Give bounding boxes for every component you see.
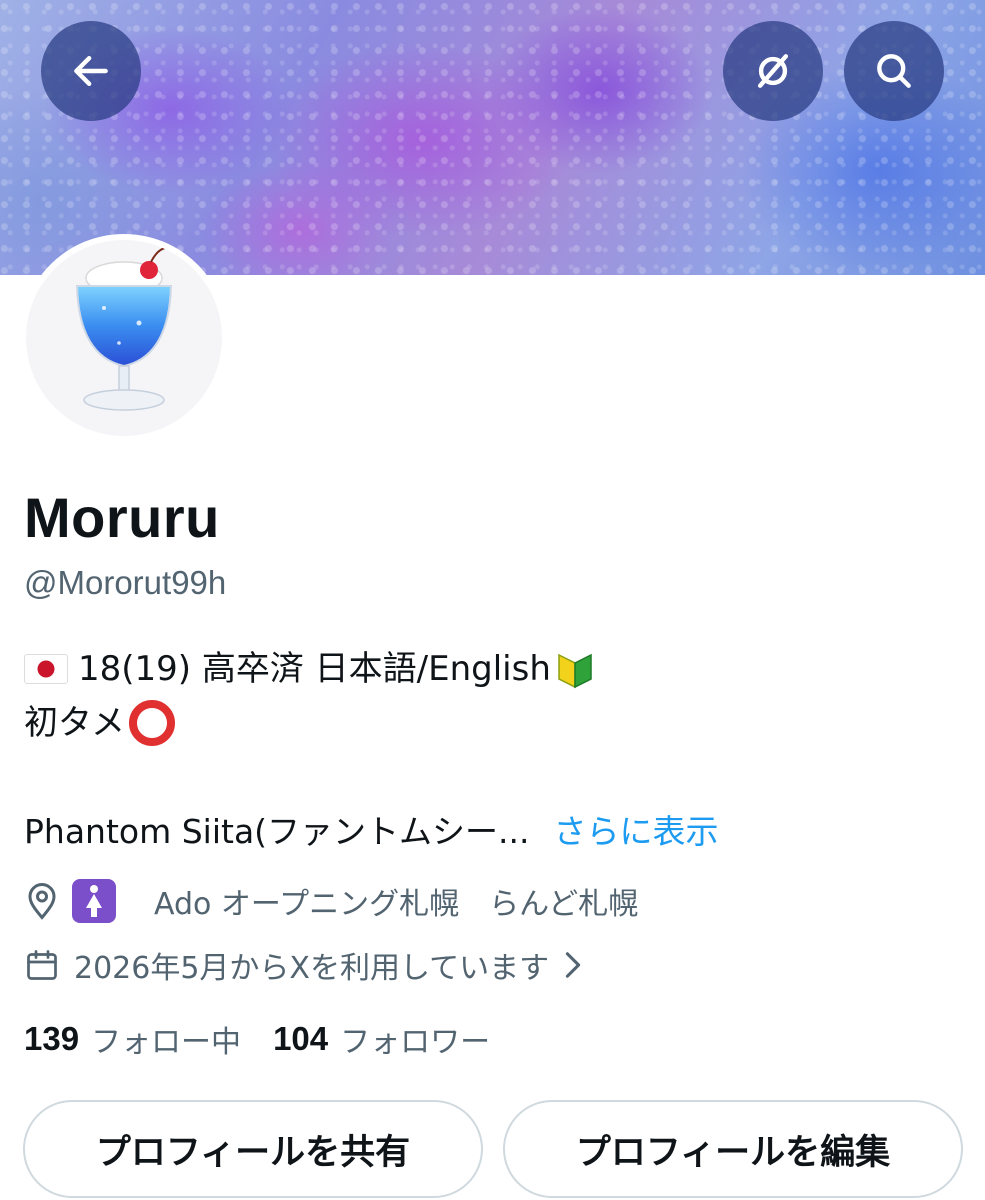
location-text: Ado オープニング札幌 らんど札幌: [154, 887, 639, 922]
avatar[interactable]: [20, 234, 228, 442]
display-name: Moruru: [24, 486, 220, 549]
japan-flag-icon: [24, 654, 68, 684]
red-circle-icon: [128, 700, 175, 746]
profile-banner[interactable]: [0, 0, 985, 275]
joined-date-row[interactable]: 2026年5月からXを利用しています: [24, 942, 583, 988]
show-more-link[interactable]: さらに表示: [554, 810, 719, 854]
following-count: 139: [24, 1020, 80, 1057]
avatar-image: [26, 240, 222, 436]
followers-link[interactable]: 104 フォロワー: [273, 1017, 490, 1061]
followers-count: 104: [273, 1020, 329, 1057]
search-icon: [877, 54, 911, 88]
share-profile-button[interactable]: プロフィールを共有: [23, 1100, 483, 1198]
grok-button[interactable]: [723, 21, 823, 121]
beginner-mark-icon: [558, 653, 592, 689]
banner-texture: [0, 0, 985, 275]
arrow-left-icon: [74, 55, 108, 87]
back-button[interactable]: [41, 21, 141, 121]
username-handle: @Mororut99h: [24, 564, 227, 601]
search-button[interactable]: [844, 21, 944, 121]
following-label: フォロー中: [91, 1025, 242, 1060]
womens-restroom-icon: [72, 879, 116, 923]
bio-line-2: 初タメ: [24, 700, 175, 746]
follow-stats: 139 フォロー中 104 フォロワー: [24, 1017, 490, 1061]
followers-label: フォロワー: [340, 1025, 491, 1060]
chevron-right-icon: [565, 952, 581, 978]
bio-line-2-text: 初タメ: [24, 703, 125, 743]
edit-profile-button[interactable]: プロフィールを編集: [503, 1100, 963, 1198]
bio-line-1-text: 18(19) 高卒済 日本語/English: [78, 649, 551, 689]
extended-bio: Phantom Siita(ファントムシー... さらに表示: [24, 810, 719, 854]
following-link[interactable]: 139 フォロー中: [24, 1017, 241, 1061]
location-pin-icon: [28, 883, 56, 920]
extended-bio-text: Phantom Siita(ファントムシー...: [24, 812, 530, 851]
cream-soda-icon: [75, 248, 173, 411]
location-row: Ado オープニング札幌 らんど札幌: [24, 878, 638, 924]
calendar-icon: [27, 950, 57, 980]
bio-line-1: 18(19) 高卒済 日本語/English: [24, 647, 595, 691]
grok-icon: [757, 54, 789, 88]
joined-date-text: 2026年5月からXを利用しています: [74, 951, 550, 986]
